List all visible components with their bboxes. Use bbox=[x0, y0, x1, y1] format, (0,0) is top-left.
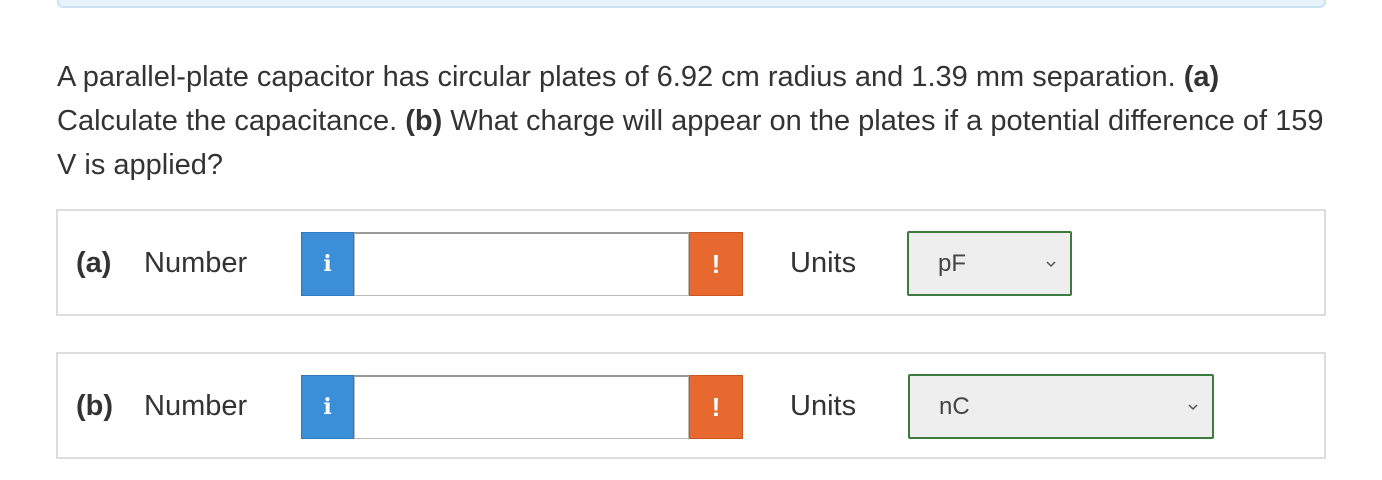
units-label: Units bbox=[790, 247, 857, 279]
number-label: Number bbox=[144, 390, 248, 422]
warning-icon[interactable]: ! bbox=[689, 232, 743, 296]
chevron-down-icon bbox=[1188, 404, 1198, 411]
question-text-part1: A parallel-plate capacitor has circular … bbox=[57, 61, 1184, 93]
units-label: Units bbox=[790, 390, 857, 422]
number-label: Number bbox=[144, 247, 248, 279]
part-label: (b) bbox=[76, 390, 114, 422]
warning-icon[interactable]: ! bbox=[689, 375, 743, 439]
info-icon[interactable]: i bbox=[301, 375, 354, 439]
part-label: (a) bbox=[76, 247, 112, 279]
part-a-marker: (a) bbox=[1183, 61, 1220, 93]
chevron-down-icon bbox=[1046, 261, 1056, 268]
part-b-marker: (b) bbox=[405, 105, 443, 137]
units-select[interactable]: nC bbox=[908, 374, 1214, 439]
number-input[interactable] bbox=[354, 375, 689, 439]
units-select[interactable]: pF bbox=[907, 231, 1072, 296]
number-input[interactable] bbox=[354, 232, 689, 296]
answer-row-a: (a) Number i ! Units pF bbox=[56, 209, 1326, 316]
answer-row-b: (b) Number i ! Units nC bbox=[56, 352, 1326, 459]
units-selected-value: pF bbox=[938, 250, 967, 277]
question-text: A parallel-plate capacitor has circular … bbox=[57, 55, 1332, 187]
question-text-part2: Calculate the capacitance. bbox=[57, 105, 406, 137]
previous-panel bbox=[57, 0, 1326, 8]
units-selected-value: nC bbox=[939, 393, 970, 420]
info-icon[interactable]: i bbox=[301, 232, 354, 296]
